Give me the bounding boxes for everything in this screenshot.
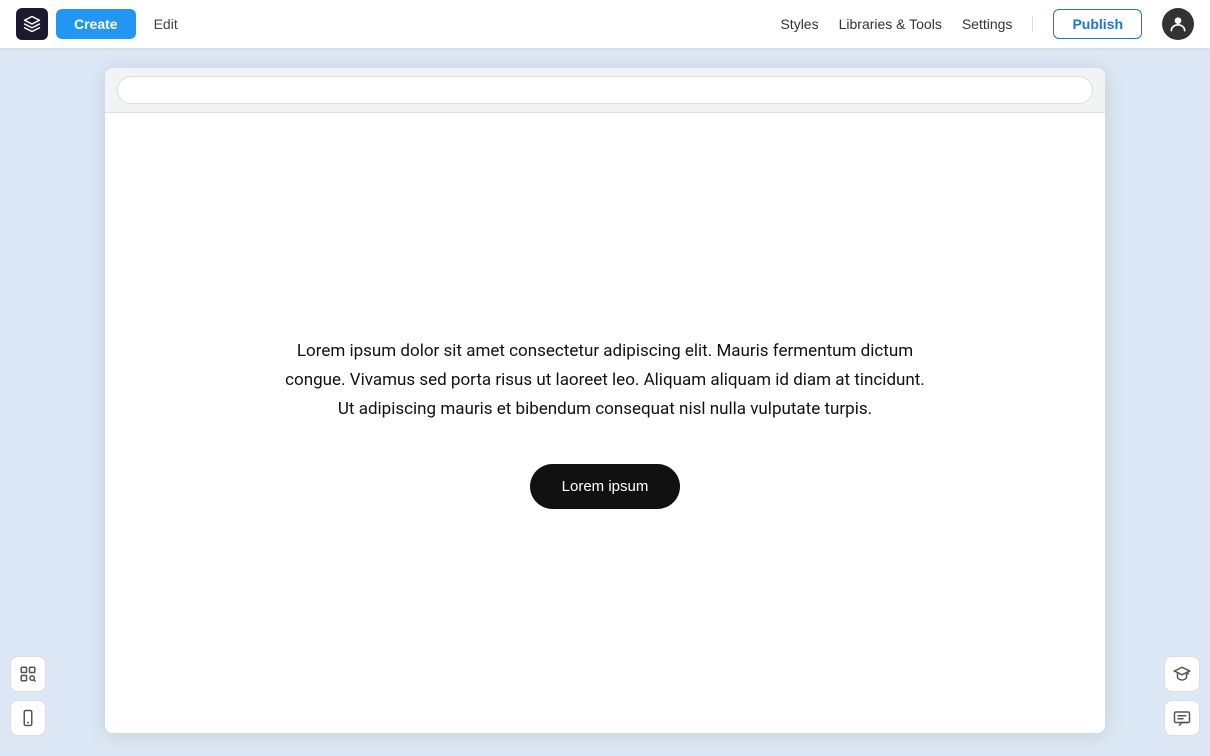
search-zoom-icon[interactable] (10, 656, 46, 692)
url-bar[interactable] (117, 76, 1093, 104)
libraries-tools-link[interactable]: Libraries & Tools (839, 16, 942, 32)
graduation-icon[interactable] (1164, 656, 1200, 692)
mobile-icon[interactable] (10, 700, 46, 736)
lorem-ipsum-button[interactable]: Lorem ipsum (530, 464, 681, 509)
browser-bar (105, 68, 1105, 113)
logo[interactable] (16, 8, 48, 40)
main-canvas-area: Lorem ipsum dolor sit amet consectetur a… (0, 48, 1210, 756)
chat-icon[interactable] (1164, 700, 1200, 736)
navbar: Create Edit Styles Libraries & Tools Set… (0, 0, 1210, 48)
edit-button[interactable]: Edit (144, 9, 188, 39)
navbar-right: Styles Libraries & Tools Settings Publis… (780, 8, 1194, 40)
publish-button[interactable]: Publish (1053, 9, 1142, 39)
nav-separator (1032, 16, 1033, 32)
create-button[interactable]: Create (56, 9, 136, 39)
canvas-content: Lorem ipsum dolor sit amet consectetur a… (105, 113, 1105, 733)
navbar-left: Create Edit (16, 8, 188, 40)
right-sidebar (1164, 656, 1200, 736)
styles-link[interactable]: Styles (780, 16, 818, 32)
avatar[interactable] (1162, 8, 1194, 40)
settings-link[interactable]: Settings (962, 16, 1013, 32)
left-sidebar (10, 656, 46, 736)
canvas-frame: Lorem ipsum dolor sit amet consectetur a… (105, 68, 1105, 733)
body-text: Lorem ipsum dolor sit amet consectetur a… (285, 337, 925, 424)
